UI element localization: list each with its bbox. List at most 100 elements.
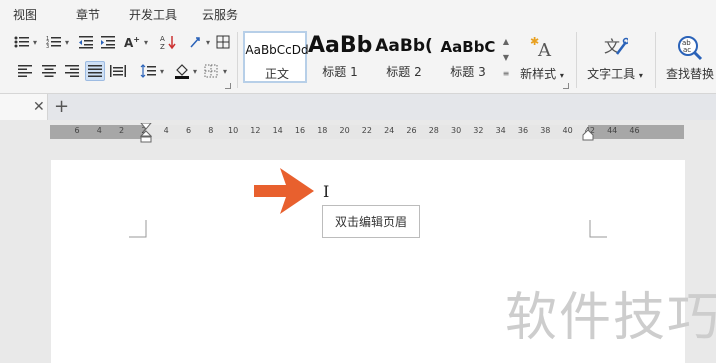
style-normal[interactable]: AaBbCcDd 正文 (243, 31, 309, 83)
borders-dropdown-icon[interactable]: ▾ (223, 67, 227, 76)
ruler-tick-label: 46 (629, 126, 640, 135)
ruler-tick-label: 36 (517, 126, 529, 135)
style-heading-1-sample: AaBb (308, 33, 372, 58)
style-normal-label: 正文 (264, 67, 289, 81)
new-style-icon: A ✱ (530, 35, 552, 60)
ruler-tick-label: 38 (540, 126, 551, 135)
ruler-tick-label: 30 (451, 126, 462, 135)
svg-text:A: A (537, 40, 552, 60)
numbered-list-button[interactable]: 123 (44, 32, 64, 52)
bullet-list-icon (14, 36, 29, 48)
increase-indent-icon (101, 36, 115, 49)
menu-section[interactable]: 章节 (76, 6, 100, 23)
new-style-button[interactable]: A ✱ 新样式 ▾ (516, 32, 568, 86)
align-left-button[interactable] (15, 61, 35, 81)
bullet-list-dropdown-icon[interactable]: ▾ (33, 38, 37, 47)
gallery-expand-icon[interactable]: ≡ (499, 65, 513, 81)
margin-corner-top-right (589, 220, 607, 238)
menu-cloud-service[interactable]: 云服务 (202, 6, 238, 23)
ruler-tick-label: 20 (339, 126, 350, 135)
chevron-down-icon[interactable]: ▼ (499, 49, 513, 65)
ruler-tick-label: 24 (384, 126, 395, 135)
text-tools-dropdown-icon: ▾ (638, 71, 643, 80)
style-heading-3[interactable]: AaBbC 标题 3 (436, 31, 500, 83)
increase-indent-button[interactable] (98, 32, 118, 52)
svg-text:ac: ac (683, 46, 691, 54)
style-heading-2-label: 标题 2 (386, 65, 422, 79)
right-indent-marker-icon[interactable] (582, 130, 594, 142)
align-center-icon (42, 65, 56, 77)
ruler-tick-label: 22 (361, 126, 372, 135)
document-tab[interactable]: ✕ (0, 94, 48, 120)
bullet-list-button[interactable] (12, 32, 32, 52)
line-spacing-button[interactable] (138, 61, 158, 81)
paragraph-dialog-launcher-icon[interactable] (225, 83, 231, 89)
ruler-tick-label: 2 (119, 126, 125, 135)
new-style-label: 新样式 ▾ (520, 67, 564, 81)
menu-developer-tools[interactable]: 开发工具 (129, 6, 177, 23)
find-replace-button[interactable]: ab ac 查找替换 (664, 32, 716, 86)
ruler-tick-label: 6 (74, 126, 80, 135)
text-tools-button[interactable]: 文 文字工具 ▾ (583, 32, 647, 86)
align-center-button[interactable] (39, 61, 59, 81)
find-replace-icon: ab ac (678, 36, 703, 61)
chevron-up-icon[interactable]: ▲ (499, 33, 513, 49)
ruler-tick-label: 26 (406, 126, 417, 135)
ruler-tick-label: 12 (250, 126, 261, 135)
show-marks-dropdown-icon[interactable]: ▾ (206, 38, 210, 47)
first-line-indent-marker-icon[interactable] (140, 123, 152, 143)
style-heading-1[interactable]: AaBb 标题 1 (308, 31, 372, 83)
ruler-tick-label: 4 (163, 126, 169, 135)
align-right-button[interactable] (62, 61, 82, 81)
ribbon-toolbar: ▾ 123 ▾ A+ ▾ AZ ▾ ▾ ▾ ▾ AaBbCcDd 正文 AaBb… (0, 26, 716, 94)
find-replace-label: 查找替换 (665, 67, 714, 81)
ruler-tick-label: 34 (495, 126, 506, 135)
change-case-dropdown-icon[interactable]: ▾ (144, 38, 148, 47)
change-case-button[interactable]: A+ (122, 32, 142, 52)
justify-icon (88, 65, 102, 77)
style-heading-1-label: 标题 1 (322, 65, 358, 79)
ruler-tick-label: 44 (607, 126, 618, 135)
table-button[interactable] (213, 32, 233, 52)
style-heading-3-label: 标题 3 (450, 65, 486, 79)
align-right-icon (65, 65, 79, 77)
menu-bar: 视图 章节 开发工具 云服务 (0, 0, 716, 26)
ruler-tick-label: 16 (294, 126, 306, 135)
borders-button[interactable] (201, 61, 221, 81)
svg-text:✱: ✱ (530, 35, 539, 48)
ruler-tick-label: 14 (272, 126, 283, 135)
distribute-icon (110, 65, 126, 77)
shading-button[interactable] (172, 61, 192, 81)
style-heading-2-sample: AaBb( (375, 36, 433, 56)
sort-button[interactable]: AZ (158, 32, 178, 52)
ruler-tick-label: 10 (228, 126, 239, 135)
divider (655, 32, 656, 88)
line-spacing-icon (140, 64, 156, 78)
decrease-indent-button[interactable] (76, 32, 96, 52)
svg-text:A: A (160, 35, 165, 43)
close-icon[interactable]: ✕ (33, 99, 45, 115)
borders-icon (204, 64, 218, 78)
table-grid-icon (216, 35, 230, 49)
horizontal-ruler[interactable]: 6 4 2 2 4 6 8 10 12 14 16 18 20 22 24 26 28 30 32 34 36 38 40 4… (50, 123, 684, 143)
text-tools-label: 文字工具 ▾ (587, 67, 643, 81)
divider (237, 32, 238, 88)
style-heading-2[interactable]: AaBb( 标题 2 (372, 31, 436, 83)
margin-corner-top-left (129, 220, 147, 238)
sort-icon: AZ (160, 35, 176, 50)
menu-view[interactable]: 视图 (13, 6, 37, 23)
styles-dialog-launcher-icon[interactable] (563, 83, 569, 89)
align-left-icon (18, 65, 32, 77)
shading-dropdown-icon[interactable]: ▾ (193, 67, 197, 76)
ruler-tick-label: 32 (473, 126, 484, 135)
numbered-list-icon: 123 (46, 36, 61, 49)
new-tab-plus-icon[interactable]: + (54, 96, 69, 117)
style-normal-sample: AaBbCcDd (245, 43, 309, 57)
line-spacing-dropdown-icon[interactable]: ▾ (160, 67, 164, 76)
show-marks-button[interactable] (186, 32, 206, 52)
numbered-list-dropdown-icon[interactable]: ▾ (65, 38, 69, 47)
new-style-dropdown-icon: ▾ (559, 71, 564, 80)
distribute-button[interactable] (108, 61, 128, 81)
ruler-tick-label: 6 (185, 126, 192, 135)
justify-button[interactable] (85, 61, 105, 81)
